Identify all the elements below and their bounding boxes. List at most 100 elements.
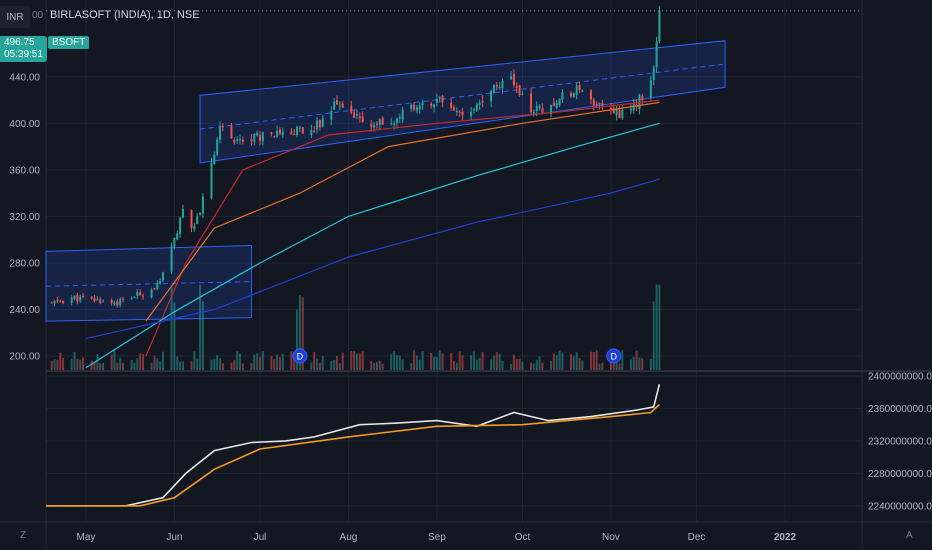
volume-bar [253,354,256,370]
dividend-event-label: D [297,352,304,362]
volume-bar [116,362,119,370]
candle-body [435,99,438,103]
volume-bar [290,351,293,370]
candle-body [575,86,578,95]
volume-bar [658,284,661,370]
volume-bar [398,355,401,370]
candle-body [458,111,461,113]
candle-body [470,111,473,117]
currency-label: INR [6,11,24,23]
volume-bar [142,353,145,370]
candle-body [641,96,644,101]
volume-bar [578,358,581,370]
dividend-event-label: D [611,352,618,362]
candle-body [390,123,393,125]
candle-body [156,283,159,289]
candle-body [139,292,142,296]
candle-body [270,132,273,134]
candle-body [256,132,259,136]
candle-body [353,112,356,118]
volume-bar [250,363,253,370]
volume-bar [113,350,116,370]
time-axis-label: Nov [602,532,620,543]
candle-body [73,295,76,299]
obv-axis-label: 2240000000.00 [868,501,932,512]
candle-body [361,116,364,123]
volume-bar [395,354,398,370]
volume-bar [159,361,162,370]
candle-body [170,245,173,272]
obv-axis-label: 2320000000.00 [868,436,932,447]
candle-body [472,109,475,111]
auto-scale-button[interactable]: A [906,530,913,541]
time-axis-label: Jul [254,532,267,543]
volume-bar [433,356,436,370]
candle-body [301,127,304,134]
candle-body [261,132,264,142]
volume-bar [518,358,521,370]
volume-bar [375,361,378,370]
candle-body [453,107,455,111]
volume-bar [572,355,575,370]
candle-body [181,209,184,218]
candle-body [336,99,339,105]
candle-body [338,105,341,107]
volume-bar [316,358,319,370]
volume-bar [635,350,638,370]
volume-bar [438,350,441,370]
candle-body [498,86,501,88]
volume-bar [70,358,73,370]
candle-body [233,139,236,143]
price-axis-label: 360.00 [9,165,40,176]
volume-bar [196,358,199,370]
candle-body [535,106,538,111]
candle-body [278,129,281,134]
volume-bar [470,355,473,370]
candle-body [589,90,592,100]
volume-bar [139,353,142,370]
chart-canvas[interactable]: D D 200.00 240.00 280.00 320.00 360.00 400.00 44… [0,0,932,550]
candle-body [298,127,301,129]
volume-bar [355,353,358,370]
candle-body [53,300,56,304]
candle-body [150,289,153,298]
candle-body [370,123,373,127]
volume-bar [461,354,464,370]
volume-bar [233,360,236,370]
volume-bar [581,360,584,370]
candle-body [418,105,421,110]
zoom-reset-button[interactable]: Z [20,530,26,541]
volume-bar [321,355,324,370]
candle-body [373,124,376,128]
volume-bar [472,351,475,370]
time-axis-label: Sep [428,532,446,543]
candle-body [230,125,233,139]
volume-bar [181,361,184,370]
candle-body [355,114,358,116]
time-axis-label: Jun [166,532,182,543]
currency-button[interactable]: INR 00 [0,6,43,28]
candle-body [350,105,353,113]
obv-axis-label: 2280000000.00 [868,469,932,480]
candle-body [219,126,222,140]
volume-bar [318,362,321,370]
candle-body [658,10,661,42]
candle-body [478,102,481,105]
volume-bar [598,363,601,370]
volume-bar [532,363,535,370]
candle-body [76,294,79,302]
volume-bar [82,357,85,370]
candle-body [56,300,59,302]
candle-body [96,299,99,301]
candle-body [649,80,652,98]
volume-bar [393,351,396,370]
volume-bar [535,359,538,370]
volume-bar [276,354,279,370]
volume-bar [79,359,82,370]
volume-bar [441,353,444,370]
volume-bar [216,355,219,370]
candle-body [113,302,116,305]
volume-bar [62,357,65,370]
candle-body [133,297,136,299]
candle-body [629,108,632,111]
